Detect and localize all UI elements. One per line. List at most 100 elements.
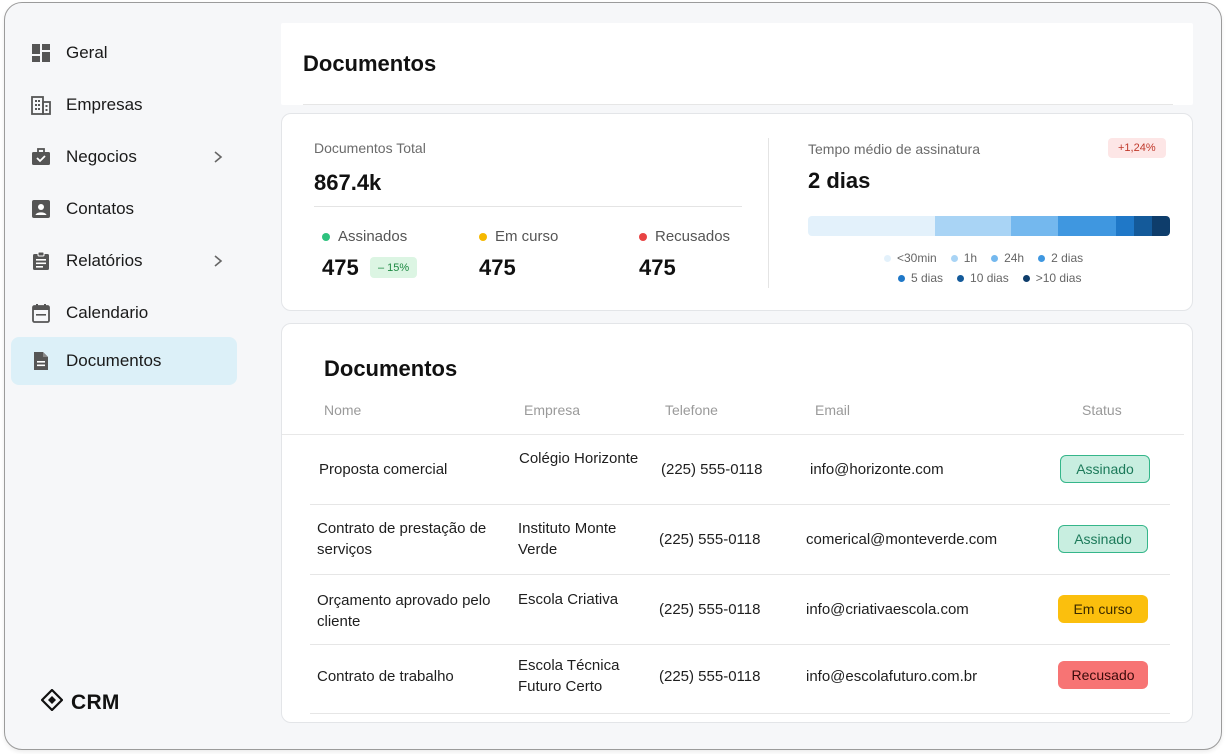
legend-item: 2 dias <box>1038 251 1083 265</box>
documents-table-card: Documentos Nome Empresa Telefone Email S… <box>281 323 1193 723</box>
bar-segment <box>808 216 935 236</box>
brand-name: CRM <box>71 690 120 714</box>
emcurso-label: Em curso <box>495 228 559 245</box>
sidebar-item-label: Documentos <box>66 351 162 370</box>
column-header-nome[interactable]: Nome <box>324 402 361 418</box>
legend-label: 2 dias <box>1051 251 1084 265</box>
table-row[interactable]: Contrato de trabalho Escola Técnica Futu… <box>310 644 1170 714</box>
dashboard-icon <box>31 43 51 63</box>
legend-label: 10 dias <box>970 271 1009 285</box>
bar-segment <box>934 216 1011 236</box>
tempo-change-badge: +1,24% <box>1108 138 1166 158</box>
column-header-telefone[interactable]: Telefone <box>665 402 718 418</box>
legend-label: <30min <box>897 251 937 265</box>
assinados-change-badge: – 15% <box>370 257 418 278</box>
bar-segment <box>1133 216 1152 236</box>
sidebar-item-empresas[interactable]: Empresas <box>11 81 237 129</box>
document-icon <box>31 351 51 371</box>
legend-row-1: <30min 1h 24h 2 dias <box>884 251 1083 265</box>
divider <box>314 206 742 207</box>
bar-segment <box>1010 216 1058 236</box>
cell-nome: Orçamento aprovado pelo cliente <box>317 592 491 630</box>
page-header: Documentos <box>281 23 1193 105</box>
sidebar-item-label: Calendario <box>66 303 149 322</box>
legend-item: >10 dias <box>1022 271 1082 285</box>
divider <box>768 138 769 288</box>
bar-segment <box>1151 216 1170 236</box>
cell-telefone: (225) 555-0118 <box>659 668 761 685</box>
divider <box>303 104 1173 105</box>
emcurso-dot <box>479 233 487 241</box>
table-row[interactable]: Proposta comercial Colégio Horizonte (22… <box>310 435 1170 505</box>
assinados-label: Assinados <box>338 228 408 245</box>
sidebar-item-label: Geral <box>66 43 108 62</box>
cell-email: info@criativaescola.com <box>806 601 969 618</box>
legend-item: 24h <box>991 251 1024 265</box>
legend-dot <box>957 274 965 282</box>
legend-item: <30min <box>884 251 937 265</box>
time-distribution-bar <box>808 216 1170 236</box>
cell-nome: Contrato de prestação de serviços <box>317 520 487 558</box>
app-window: Geral Empresas Negocios Contatos Relatór… <box>4 2 1222 750</box>
cell-empresa: Colégio Horizonte <box>519 450 639 467</box>
legend-dot <box>950 254 958 262</box>
logo-icon <box>40 688 64 716</box>
total-value: 867.4k <box>314 170 382 195</box>
legend-item: 5 dias <box>898 271 943 285</box>
chevron-right-icon <box>211 254 225 268</box>
recusados-dot <box>639 233 647 241</box>
cell-empresa: Escola Técnica Futuro Certo <box>518 657 620 695</box>
status-badge: Em curso <box>1058 595 1148 623</box>
briefcase-icon <box>31 147 51 167</box>
assinados-value: 475 <box>322 255 359 280</box>
legend-label: >10 dias <box>1035 271 1082 285</box>
bar-segment <box>1057 216 1116 236</box>
legend-dot <box>1038 254 1046 262</box>
cell-nome: Contrato de trabalho <box>317 668 454 685</box>
total-label: Documentos Total <box>314 140 426 156</box>
sidebar-item-relatorios[interactable]: Relatórios <box>11 237 237 285</box>
contact-icon <box>31 199 51 219</box>
tempo-label: Tempo médio de assinatura <box>808 141 980 157</box>
emcurso-value: 475 <box>479 255 516 280</box>
sidebar-item-calendario[interactable]: Calendario <box>11 289 237 337</box>
legend-label: 5 dias <box>911 271 944 285</box>
cell-email: comerical@monteverde.com <box>806 531 998 548</box>
legend-dot <box>898 274 905 282</box>
cell-empresa: Instituto Monte Verde <box>518 520 617 558</box>
cell-email: info@escolafuturo.com.br <box>806 668 978 685</box>
sidebar-item-geral[interactable]: Geral <box>11 29 237 77</box>
cell-telefone: (225) 555-0118 <box>659 601 761 618</box>
column-header-empresa[interactable]: Empresa <box>524 402 580 418</box>
legend-label: 24h <box>1004 251 1025 265</box>
recusados-value: 475 <box>639 255 676 280</box>
legend-item: 10 dias <box>957 271 1009 285</box>
table-row[interactable]: Contrato de prestação de serviços Instit… <box>310 505 1170 575</box>
status-badge: Assinado <box>1060 455 1150 483</box>
assinados-dot <box>322 233 330 241</box>
sidebar-item-negocios[interactable]: Negocios <box>11 133 237 181</box>
building-icon <box>31 95 51 115</box>
brand-logo[interactable]: CRM <box>40 688 120 716</box>
sidebar-item-label: Empresas <box>66 95 143 114</box>
cell-nome: Proposta comercial <box>319 461 448 478</box>
legend-label: 1h <box>963 251 978 265</box>
sidebar-item-contatos[interactable]: Contatos <box>11 185 237 233</box>
cell-telefone: (225) 555-0118 <box>659 531 761 548</box>
sidebar-item-documentos[interactable]: Documentos <box>11 337 237 385</box>
table-title: Documentos <box>324 356 458 381</box>
calendar-icon <box>31 303 51 323</box>
cell-telefone: (225) 555-0118 <box>661 461 763 478</box>
clipboard-icon <box>31 251 51 271</box>
sidebar-item-label: Contatos <box>66 199 135 218</box>
legend-dot <box>991 254 999 262</box>
column-header-email[interactable]: Email <box>815 402 850 418</box>
page-title: Documentos <box>303 51 437 76</box>
legend-dot <box>1022 274 1030 282</box>
legend-dot <box>884 254 891 262</box>
column-header-status[interactable]: Status <box>1082 402 1122 418</box>
bar-segment <box>1115 216 1134 236</box>
legend-row-2: 5 dias 10 dias >10 dias <box>898 271 1081 285</box>
legend-item: 1h <box>950 251 978 265</box>
table-row[interactable]: Orçamento aprovado pelo cliente Escola C… <box>310 575 1170 645</box>
